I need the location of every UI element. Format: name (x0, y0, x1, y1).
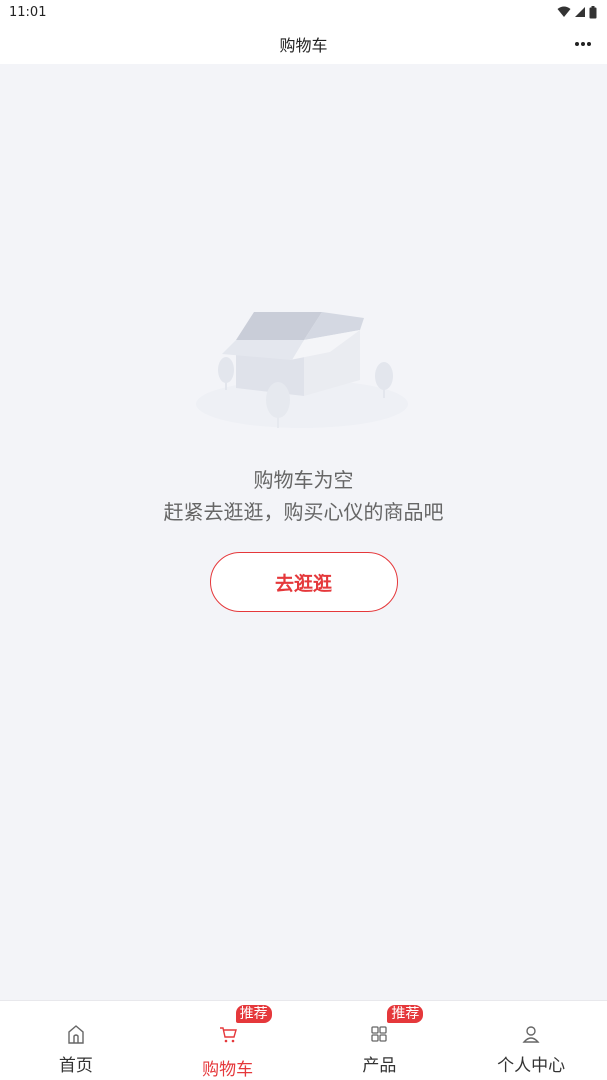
tab-label: 个人中心 (497, 1056, 566, 1076)
home-icon (68, 1025, 84, 1044)
nav-bar: 购物车 (0, 24, 607, 64)
recommend-badge: 推荐 (235, 1005, 272, 1023)
empty-cart-state: 购物车为空 赶紧去逛逛，购买心仪的商品吧 去逛逛 (0, 300, 607, 612)
more-icon (575, 42, 591, 46)
more-button[interactable] (571, 32, 595, 56)
battery-icon (589, 5, 597, 18)
tab-products[interactable]: 推荐 产品 (304, 1001, 456, 1080)
wifi-icon (557, 6, 571, 17)
tab-cart[interactable]: 推荐 购物车 (152, 1001, 304, 1080)
tab-label: 产品 (362, 1056, 397, 1076)
status-bar: 11:01 (0, 0, 607, 24)
empty-subtitle: 赶紧去逛逛，购买心仪的商品吧 (163, 500, 444, 524)
grid-icon (371, 1026, 388, 1042)
status-time: 11:01 (9, 4, 47, 20)
recommend-badge: 推荐 (387, 1005, 424, 1023)
tab-profile[interactable]: 个人中心 (455, 1001, 607, 1080)
user-icon (522, 1026, 540, 1043)
cart-icon (219, 1027, 237, 1043)
tab-home[interactable]: 首页 (0, 1001, 152, 1080)
tab-label: 首页 (58, 1056, 93, 1076)
bottom-tab-bar: 首页 推荐 购物车 推荐 产品 个人中心 (0, 1000, 607, 1080)
empty-box-illustration (195, 312, 408, 428)
page-title: 购物车 (279, 36, 328, 55)
go-shopping-button[interactable]: 去逛逛 (209, 552, 398, 612)
status-icons (557, 5, 597, 19)
signal-icon (575, 7, 585, 17)
tab-label: 购物车 (202, 1060, 254, 1080)
empty-title: 购物车为空 (253, 468, 354, 492)
